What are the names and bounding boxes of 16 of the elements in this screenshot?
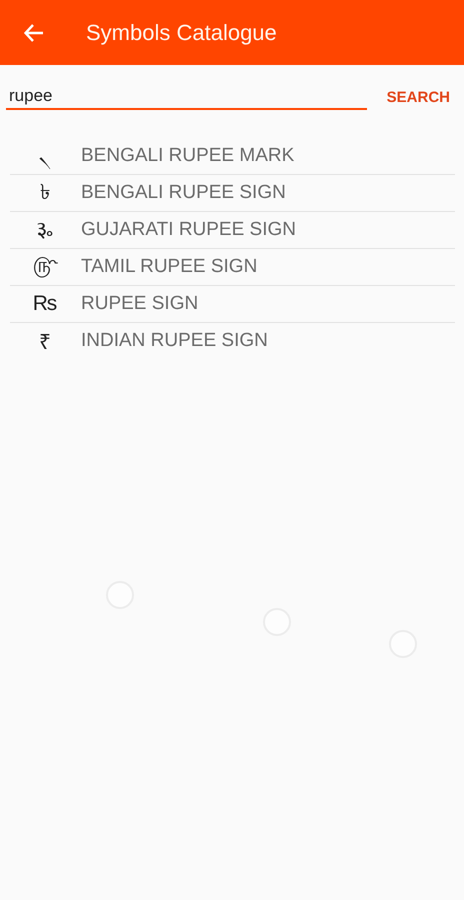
symbol-name: RUPEE SIGN [81, 293, 198, 315]
symbol-name: INDIAN RUPEE SIGN [81, 330, 268, 352]
symbol-name: BENGALI RUPEE MARK [81, 145, 294, 167]
app-title: Symbols Catalogue [86, 20, 277, 46]
symbol-glyph: ৳ [39, 180, 51, 206]
search-field[interactable]: rupee [6, 84, 367, 110]
symbol-glyph: ₨ [32, 292, 58, 316]
symbol-name: TAMIL RUPEE SIGN [81, 256, 258, 278]
symbol-glyph: ૱ [36, 218, 54, 242]
symbol-glyph: ௹ [32, 254, 59, 280]
back-arrow-icon[interactable] [24, 24, 44, 42]
symbol-name: BENGALI RUPEE SIGN [81, 182, 286, 204]
symbol-glyph: ৲ [20, 138, 70, 174]
symbol-glyph: ₹ [38, 330, 52, 355]
search-button[interactable]: SEARCH [384, 84, 452, 110]
symbol-name: GUJARATI RUPEE SIGN [81, 219, 296, 241]
